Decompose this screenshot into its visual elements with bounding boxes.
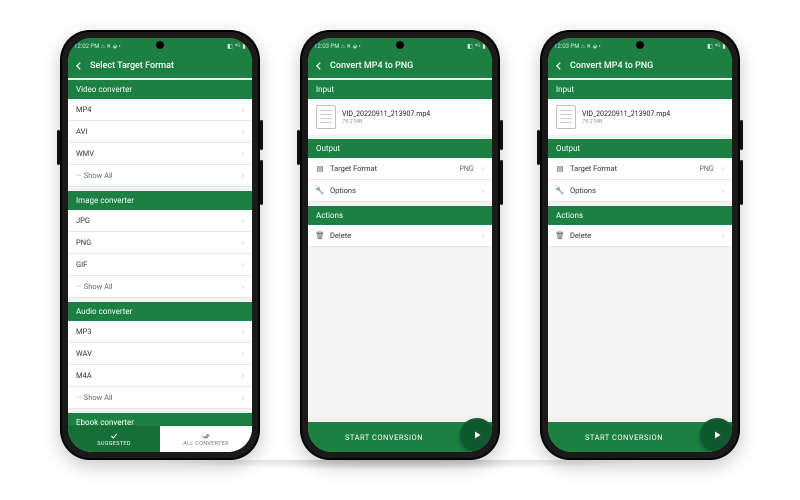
back-icon[interactable] — [314, 61, 324, 71]
format-row-mp3[interactable]: MP3› — [68, 321, 252, 343]
start-bar[interactable]: START CONVERSION — [308, 422, 492, 452]
section-header-image: Image converter — [68, 191, 252, 210]
file-name: VID_20220911_213907.mp4 — [342, 110, 430, 118]
start-bar[interactable]: START CONVERSION — [548, 422, 732, 452]
section-header-audio: Audio converter — [68, 302, 252, 321]
section-header-output: Output — [308, 139, 492, 158]
format-row-jpg[interactable]: JPG› — [68, 210, 252, 232]
start-label: START CONVERSION — [308, 433, 460, 442]
format-row-gif[interactable]: GIF› — [68, 254, 252, 276]
back-icon[interactable] — [74, 61, 84, 71]
trash-icon: 🗑 — [316, 231, 324, 240]
target-icon: ▤ — [316, 164, 324, 173]
section-header-actions: Actions — [548, 206, 732, 225]
trash-icon: 🗑 — [556, 231, 564, 240]
scroll-content[interactable]: Video converter MP4› AVI› WMV› ··· Show … — [68, 78, 252, 426]
app-bar: Convert MP4 to PNG — [308, 54, 492, 78]
format-row-wmv[interactable]: WMV› — [68, 143, 252, 165]
start-label: START CONVERSION — [548, 433, 700, 442]
scroll-content[interactable]: Input VID_20220911_213907.mp4 79.2 MB Ou… — [548, 78, 732, 422]
file-icon — [316, 105, 336, 129]
show-all-video[interactable]: ··· Show All› — [68, 165, 252, 187]
tab-all-converter[interactable]: ALL CONVERTER — [160, 426, 252, 452]
delete-row[interactable]: 🗑 Delete› — [308, 225, 492, 247]
double-check-icon — [202, 432, 210, 440]
format-row-mp4[interactable]: MP4› — [68, 99, 252, 121]
input-file-row[interactable]: VID_20220911_213907.mp4 79.2 MB — [548, 99, 732, 135]
app-bar: Convert MP4 to PNG — [548, 54, 732, 78]
section-header-input: Input — [548, 80, 732, 99]
phone-3: 12:03 PM ⌂ ✕ ⬙ • ◧ ⁴ᴳ ▮ Convert MP4 to P… — [540, 30, 740, 460]
show-all-audio[interactable]: ··· Show All› — [68, 387, 252, 409]
file-icon — [556, 105, 576, 129]
page-title: Convert MP4 to PNG — [330, 61, 413, 71]
target-format-row[interactable]: ▤ Target Format PNG› — [308, 158, 492, 180]
start-fab[interactable] — [460, 418, 492, 452]
check-icon — [110, 432, 118, 440]
options-row[interactable]: 🔧 Options› — [308, 180, 492, 202]
section-header-actions: Actions — [308, 206, 492, 225]
format-row-wav[interactable]: WAV› — [68, 343, 252, 365]
format-row-avi[interactable]: AVI› — [68, 121, 252, 143]
wrench-icon: 🔧 — [556, 186, 564, 195]
section-header-input: Input — [308, 80, 492, 99]
play-icon — [471, 429, 483, 441]
section-header-output: Output — [548, 139, 732, 158]
section-header-video: Video converter — [68, 80, 252, 99]
target-format-row[interactable]: ▤ Target Format PNG› — [548, 158, 732, 180]
play-icon — [711, 429, 723, 441]
wrench-icon: 🔧 — [316, 186, 324, 195]
format-row-m4a[interactable]: M4A› — [68, 365, 252, 387]
scroll-content[interactable]: Input VID_20220911_213907.mp4 79.2 MB Ou… — [308, 78, 492, 422]
show-all-image[interactable]: ··· Show All› — [68, 276, 252, 298]
back-icon[interactable] — [554, 61, 564, 71]
start-fab[interactable] — [700, 418, 732, 452]
page-title: Convert MP4 to PNG — [570, 61, 653, 71]
input-file-row[interactable]: VID_20220911_213907.mp4 79.2 MB — [308, 99, 492, 135]
delete-row[interactable]: 🗑 Delete› — [548, 225, 732, 247]
format-row-png[interactable]: PNG› — [68, 232, 252, 254]
options-row[interactable]: 🔧 Options› — [548, 180, 732, 202]
page-title: Select Target Format — [90, 61, 174, 71]
app-bar: Select Target Format — [68, 54, 252, 78]
file-size: 79.2 MB — [582, 119, 670, 125]
target-icon: ▤ — [556, 164, 564, 173]
file-name: VID_20220911_213907.mp4 — [582, 110, 670, 118]
phone-1: 12:02 PM ⌂ ✕ ⬙ • ◧ ⁴ᴳ ▮ Select Target Fo… — [60, 30, 260, 460]
file-size: 79.2 MB — [342, 119, 430, 125]
bottom-tabs: SUGGESTED ALL CONVERTER — [68, 425, 252, 452]
phone-2: 12:03 PM ⌂ ✕ ⬙ • ◧ ⁴ᴳ ▮ Convert MP4 to P… — [300, 30, 500, 460]
tab-suggested[interactable]: SUGGESTED — [68, 426, 160, 452]
